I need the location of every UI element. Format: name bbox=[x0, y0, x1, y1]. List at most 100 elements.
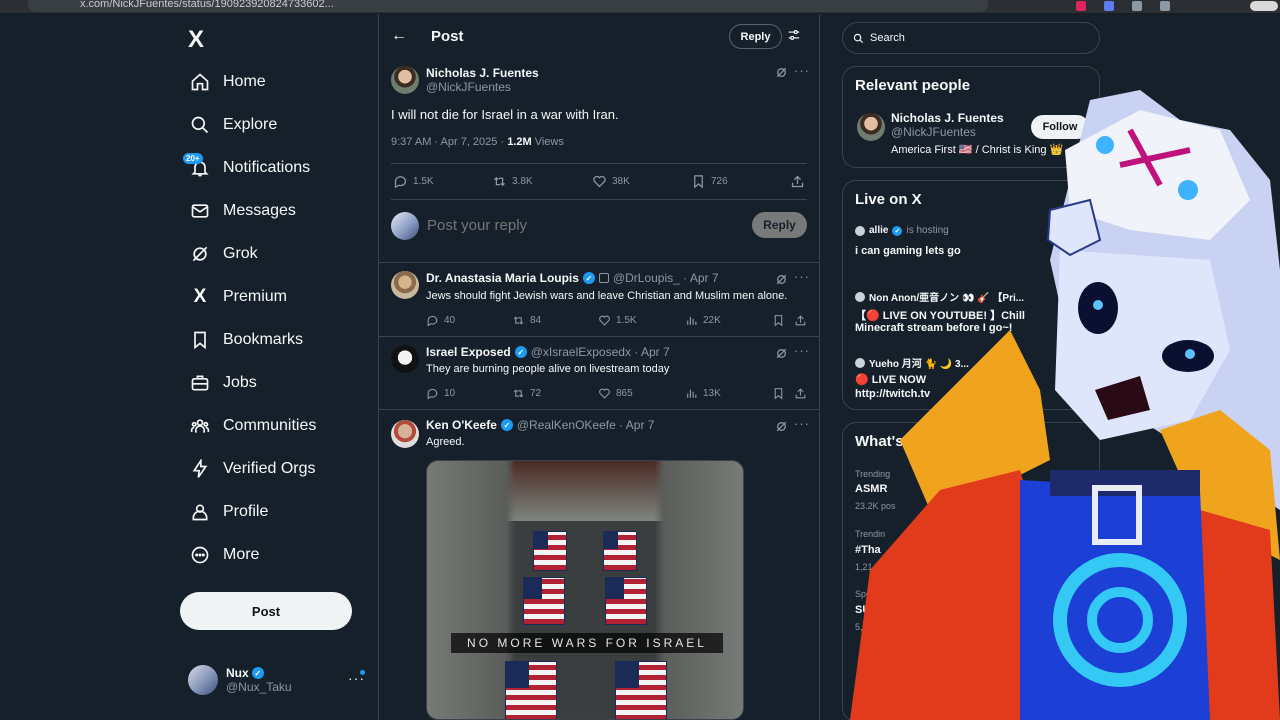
avatar[interactable] bbox=[391, 345, 419, 373]
repost-action[interactable]: 84 bbox=[512, 314, 541, 327]
grok-explain-icon[interactable] bbox=[775, 347, 788, 365]
author-handle[interactable]: @xIsraelExposedx · Apr 7 bbox=[531, 345, 670, 359]
nav-label: Home bbox=[223, 73, 266, 90]
nav-item-verified-orgs[interactable]: Verified Orgs bbox=[188, 449, 378, 489]
nav-label: Jobs bbox=[223, 374, 257, 391]
search-icon bbox=[188, 113, 212, 137]
nav-item-more[interactable]: More bbox=[188, 535, 378, 575]
reply-icon bbox=[427, 315, 438, 327]
envelope-icon bbox=[188, 199, 212, 223]
reply-input[interactable] bbox=[427, 217, 727, 234]
reply-button[interactable]: Reply bbox=[729, 24, 782, 49]
nav-item-communities[interactable]: Communities bbox=[188, 406, 378, 446]
heart-icon bbox=[599, 388, 610, 399]
avatar bbox=[391, 212, 419, 240]
grok-explain-icon[interactable] bbox=[775, 420, 788, 438]
account-switcher[interactable]: Nux ✓ @Nux_Taku ··· bbox=[188, 660, 368, 700]
post-header: ← Post Reply bbox=[379, 14, 819, 60]
post-media-image[interactable]: NO MORE WARS FOR ISRAEL bbox=[426, 460, 744, 720]
share-icon[interactable] bbox=[794, 314, 807, 332]
grok-explain-icon[interactable] bbox=[775, 66, 788, 84]
avatar-mask-eye bbox=[1096, 136, 1114, 154]
bookmark-icon[interactable] bbox=[772, 314, 785, 332]
sliders-icon[interactable] bbox=[787, 28, 801, 47]
verified-badge-icon: ✓ bbox=[251, 667, 264, 679]
address-bar[interactable]: x.com/NickJFuentes/status/19092392082473… bbox=[28, 0, 988, 12]
nav-label: Communities bbox=[223, 417, 317, 434]
bookmark-action[interactable]: 726 bbox=[691, 174, 728, 189]
extension-icon[interactable] bbox=[1132, 1, 1142, 11]
repost-action[interactable]: 72 bbox=[512, 387, 541, 400]
verified-badge-icon: ✓ bbox=[582, 272, 595, 284]
nav-item-jobs[interactable]: Jobs bbox=[188, 363, 378, 403]
avatar-jacket bbox=[850, 470, 1040, 720]
reply-action[interactable]: 10 bbox=[426, 387, 455, 400]
like-action[interactable]: 865 bbox=[598, 387, 633, 400]
author-name[interactable]: Ken O'Keefe bbox=[426, 418, 497, 432]
share-icon[interactable] bbox=[790, 174, 805, 194]
author-handle[interactable]: @DrLoupis_ · Apr 7 bbox=[613, 271, 719, 285]
post-text: I will not die for Israel in a war with … bbox=[391, 107, 619, 122]
reply-tweet[interactable]: Israel Exposed ✓ @xIsraelExposedx · Apr … bbox=[379, 336, 819, 409]
nav-item-messages[interactable]: Messages bbox=[188, 191, 378, 231]
repost-icon bbox=[513, 389, 524, 398]
nav-item-notifications[interactable]: 20+ Notifications bbox=[183, 148, 378, 188]
search-input[interactable] bbox=[870, 32, 1070, 44]
post-detail-column: ← Post Reply Nicholas J. Fuentes @NickJF… bbox=[378, 14, 820, 720]
nav-label: Explore bbox=[223, 116, 278, 133]
author-name[interactable]: Dr. Anastasia Maria Loupis bbox=[426, 271, 579, 285]
x-logo-icon[interactable]: X bbox=[188, 26, 204, 54]
post-button[interactable]: Post bbox=[180, 592, 352, 630]
extensions-puzzle-icon[interactable] bbox=[1160, 1, 1170, 11]
grok-explain-icon[interactable] bbox=[775, 273, 788, 291]
author-name[interactable]: Israel Exposed bbox=[426, 345, 511, 359]
media-flag-casket bbox=[505, 661, 557, 719]
back-arrow-icon[interactable]: ← bbox=[391, 27, 407, 45]
repost-icon bbox=[494, 176, 505, 187]
like-action[interactable]: 1.5K bbox=[598, 314, 637, 327]
repost-action[interactable]: 3.8K bbox=[492, 174, 533, 189]
avatar[interactable] bbox=[391, 66, 419, 94]
reply-tweet[interactable]: Dr. Anastasia Maria Loupis ✓ @DrLoupis_ … bbox=[379, 262, 819, 336]
notification-count-badge: 20+ bbox=[183, 153, 203, 164]
views-action[interactable]: 22K bbox=[685, 314, 721, 327]
share-icon[interactable] bbox=[794, 387, 807, 405]
vtuber-avatar-overlay bbox=[850, 90, 1280, 720]
reply-submit-button[interactable]: Reply bbox=[752, 212, 807, 238]
bell-icon: 20+ bbox=[183, 153, 212, 180]
author-name[interactable]: Nicholas J. Fuentes bbox=[426, 66, 539, 80]
reply-action[interactable]: 40 bbox=[426, 314, 455, 327]
page-title: Post bbox=[431, 28, 464, 45]
nav-item-home[interactable]: Home bbox=[188, 62, 378, 102]
nav-item-explore[interactable]: Explore bbox=[188, 105, 378, 145]
reply-tweet[interactable]: Ken O'Keefe ✓ @RealKenOKeefe · Apr 7 ···… bbox=[379, 409, 819, 720]
repost-count: 72 bbox=[530, 388, 542, 399]
nav-item-profile[interactable]: Profile bbox=[188, 492, 378, 532]
more-options-icon[interactable]: ··· bbox=[794, 269, 810, 284]
search-box[interactable] bbox=[842, 22, 1100, 54]
bookmark-icon[interactable] bbox=[772, 387, 785, 405]
more-options-icon[interactable]: ··· bbox=[794, 343, 810, 358]
reply-icon bbox=[394, 176, 407, 189]
reply-text: Agreed. bbox=[426, 436, 465, 448]
like-action[interactable]: 38K bbox=[592, 174, 630, 189]
nav-item-bookmarks[interactable]: Bookmarks bbox=[188, 320, 378, 360]
author-handle[interactable]: @NickJFuentes bbox=[426, 80, 539, 94]
extension-icon[interactable] bbox=[1076, 1, 1086, 11]
post-time[interactable]: 9:37 AM · Apr 7, 2025 · bbox=[391, 136, 507, 148]
more-options-icon[interactable]: ··· bbox=[794, 63, 810, 78]
nav-item-grok[interactable]: Grok bbox=[188, 234, 378, 274]
author-handle[interactable]: @RealKenOKeefe · Apr 7 bbox=[517, 418, 655, 432]
avatar[interactable] bbox=[391, 271, 419, 299]
more-options-icon[interactable]: ··· bbox=[794, 416, 810, 431]
briefcase-icon bbox=[188, 371, 212, 395]
nav-item-premium[interactable]: X Premium bbox=[188, 277, 378, 317]
extension-icon[interactable] bbox=[1104, 1, 1114, 11]
avatar bbox=[188, 665, 218, 695]
nav-label: Notifications bbox=[223, 159, 311, 176]
reply-action[interactable]: 1.5K bbox=[393, 174, 434, 189]
lightning-icon bbox=[188, 457, 212, 481]
profile-icon[interactable] bbox=[1250, 1, 1278, 11]
avatar[interactable] bbox=[391, 420, 419, 448]
views-action[interactable]: 13K bbox=[685, 387, 721, 400]
